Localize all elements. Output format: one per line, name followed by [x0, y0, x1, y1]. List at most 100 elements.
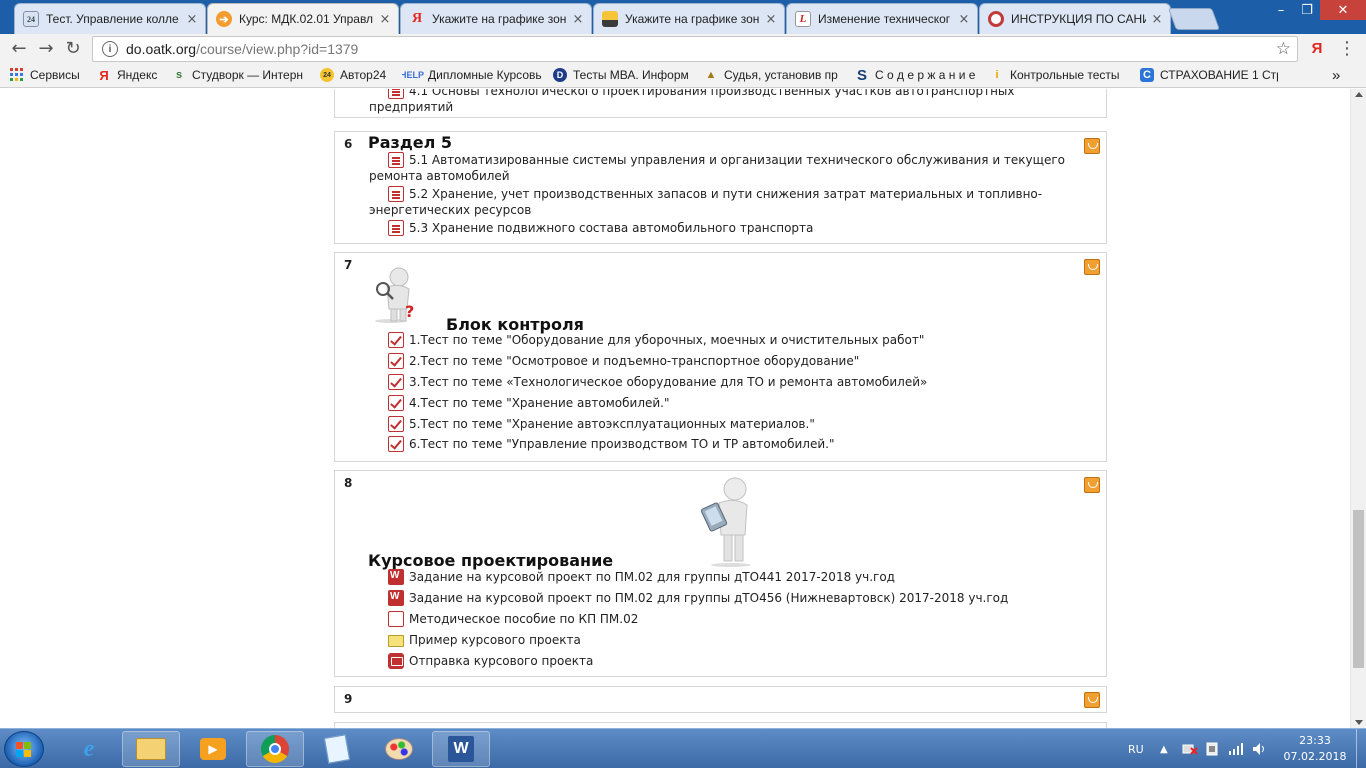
- bookmark-insurance[interactable]: C СТРАХОВАНИЕ 1 Стр: [1140, 66, 1278, 84]
- tab-strip: 24 Тест. Управление колле × ➔ Курс: МДК.…: [0, 0, 1366, 34]
- activity-link[interactable]: 3.Тест по теме «Технологическое оборудов…: [388, 374, 1088, 390]
- network-error-icon[interactable]: [1182, 729, 1198, 768]
- tab-close-icon[interactable]: ×: [1150, 12, 1164, 27]
- activity-link[interactable]: 4.Тест по теме "Хранение автомобилей.": [388, 395, 1088, 411]
- forward-button[interactable]: →: [35, 38, 57, 59]
- bookmark-services[interactable]: Сервисы: [10, 66, 90, 84]
- chrome-taskbar-button[interactable]: [246, 731, 304, 767]
- quiz-1[interactable]: 1.Тест по теме "Оборудование для уборочн…: [388, 332, 1088, 348]
- start-button[interactable]: [4, 731, 44, 767]
- quiz-icon: [388, 353, 404, 369]
- device-tray-icon[interactable]: [1206, 729, 1218, 768]
- language-indicator[interactable]: RU: [1128, 729, 1144, 768]
- section-8: 8 Курсовое проектирование Задание на кур…: [334, 470, 1107, 677]
- tab-graph-image[interactable]: Укажите на графике зон ×: [593, 3, 785, 34]
- activity-link[interactable]: Задание на курсовой проект по ПМ.02 для …: [388, 590, 1088, 606]
- bookmark-mba-tests[interactable]: D Тесты МВА. Информ: [553, 66, 695, 84]
- volume-icon[interactable]: [1252, 729, 1268, 768]
- tab-course[interactable]: ➔ Курс: МДК.02.01 Управл ×: [207, 3, 399, 34]
- bookmark-label: Яндекс: [117, 68, 158, 82]
- activity-link[interactable]: 5.1 Автоматизированные системы управлени…: [369, 152, 1099, 184]
- yandex-extension-icon[interactable]: Я: [1306, 38, 1328, 58]
- activity-link[interactable]: 5.Тест по теме "Хранение автоэксплуатаци…: [388, 416, 1088, 432]
- tab-yandex-graph[interactable]: Я Укажите на графике зон ×: [400, 3, 592, 34]
- tab-test-management[interactable]: 24 Тест. Управление колле ×: [14, 3, 206, 34]
- bookmark-contents[interactable]: S С о д е р ж а н и е: [855, 66, 985, 84]
- activity-link[interactable]: 1.Тест по теме "Оборудование для уборочн…: [388, 332, 1088, 348]
- image-icon: [602, 11, 618, 27]
- close-window-button[interactable]: ✕: [1320, 0, 1366, 20]
- clock-time: 23:33: [1299, 734, 1331, 747]
- bookmark-author24[interactable]: 24 Автор24: [320, 66, 398, 84]
- address-bar[interactable]: i do.oatk.org/course/view.php?id=1379 ☆: [92, 36, 1298, 62]
- activity-5-3[interactable]: 5.3 Хранение подвижного состава автомоби…: [388, 220, 1088, 236]
- notepad-taskbar-button[interactable]: [308, 731, 366, 767]
- minimize-button[interactable]: –: [1268, 0, 1294, 20]
- tab-close-icon[interactable]: ×: [957, 12, 971, 27]
- assignment-submit-project[interactable]: Отправка курсового проекта: [388, 653, 1088, 669]
- scroll-down-arrow-icon[interactable]: [1355, 720, 1363, 725]
- bookmark-yandex[interactable]: Я Яндекс: [97, 66, 167, 84]
- activity-link[interactable]: Задание на курсовой проект по ПМ.02 для …: [388, 569, 1088, 585]
- new-tab-button[interactable]: [1167, 8, 1221, 30]
- activity-link[interactable]: Отправка курсового проекта: [388, 653, 1088, 669]
- bookmark-star-icon[interactable]: ☆: [1276, 39, 1291, 59]
- highlight-section-icon[interactable]: [1084, 477, 1100, 493]
- back-button[interactable]: ←: [8, 38, 30, 59]
- activity-link-continued[interactable]: предприятий: [369, 100, 453, 114]
- reload-button[interactable]: ↻: [62, 38, 84, 59]
- word-taskbar-button[interactable]: W: [432, 731, 490, 767]
- folder-example-project[interactable]: Пример курсового проекта: [388, 632, 1088, 648]
- tab-close-icon[interactable]: ×: [571, 12, 585, 27]
- activity-link[interactable]: 2.Тест по теме "Осмотровое и подъемно-тр…: [388, 353, 1088, 369]
- activity-link[interactable]: 5.3 Хранение подвижного состава автомоби…: [388, 220, 1088, 236]
- tab-close-icon[interactable]: ×: [185, 12, 199, 27]
- activity-link[interactable]: Методическое пособие по КП ПМ.02: [388, 611, 1088, 627]
- tab-close-icon[interactable]: ×: [764, 12, 778, 27]
- activity-link[interactable]: 6.Тест по теме "Управление производством…: [388, 436, 1088, 452]
- c-letter-icon: C: [1140, 68, 1154, 82]
- page-scrollbar[interactable]: [1350, 89, 1366, 728]
- highlight-section-icon[interactable]: [1084, 692, 1100, 708]
- activity-5-1[interactable]: 5.1 Автоматизированные системы управлени…: [369, 152, 1099, 184]
- quiz-5[interactable]: 5.Тест по теме "Хранение автоэксплуатаци…: [388, 416, 1088, 432]
- activity-link[interactable]: Пример курсового проекта: [388, 632, 1088, 648]
- resource-task-dto441[interactable]: Задание на курсовой проект по ПМ.02 для …: [388, 569, 1088, 585]
- bookmark-studwork[interactable]: s Студворк — Интерн: [172, 66, 308, 84]
- highlight-section-icon[interactable]: [1084, 259, 1100, 275]
- explorer-taskbar-button[interactable]: [122, 731, 180, 767]
- quiz-4[interactable]: 4.Тест по теме "Хранение автомобилей.": [388, 395, 1088, 411]
- magnifier-figure-icon: ?: [369, 265, 421, 323]
- section-title: Раздел 5: [368, 133, 453, 152]
- bookmark-control-tests[interactable]: i Контрольные тесты: [990, 66, 1128, 84]
- bookmarks-bar: Сервисы Я Яндекс s Студворк — Интерн 24 …: [0, 62, 1366, 88]
- quiz-3[interactable]: 3.Тест по теме «Технологическое оборудов…: [388, 374, 1088, 390]
- media-player-taskbar-button[interactable]: ▶: [184, 731, 242, 767]
- activity-link[interactable]: 5.2 Хранение, учет производственных запа…: [369, 186, 1099, 218]
- bookmarks-overflow-button[interactable]: »: [1332, 66, 1346, 84]
- resource-task-dto456[interactable]: Задание на курсовой проект по ПМ.02 для …: [388, 590, 1088, 606]
- maximize-button[interactable]: ❐: [1294, 0, 1320, 20]
- activity-4-1[interactable]: 4.1 Основы технологического проектирован…: [369, 89, 1099, 115]
- tray-expand-icon[interactable]: ▲: [1160, 729, 1168, 768]
- bookmark-label: Студворк — Интерн: [192, 68, 303, 82]
- activity-5-2[interactable]: 5.2 Хранение, учет производственных запа…: [369, 186, 1099, 218]
- tab-technical-change[interactable]: L Изменение техническог ×: [786, 3, 978, 34]
- bookmark-diploma[interactable]: HELP Дипломные Курсовь: [402, 66, 544, 84]
- system-clock[interactable]: 23:33 07.02.2018: [1280, 733, 1350, 765]
- signal-strength-icon[interactable]: [1228, 729, 1244, 768]
- site-info-icon[interactable]: i: [102, 41, 118, 57]
- resource-method-guide[interactable]: Методическое пособие по КП ПМ.02: [388, 611, 1088, 627]
- ie-taskbar-button[interactable]: e: [60, 731, 118, 767]
- show-desktop-button[interactable]: [1356, 729, 1366, 768]
- menu-icon[interactable]: ⋮: [1336, 38, 1358, 59]
- activity-link[interactable]: 4.1 Основы технологического проектирован…: [409, 89, 1014, 98]
- tab-instruction[interactable]: ИНСТРУКЦИЯ ПО САНИ ×: [979, 3, 1171, 34]
- tab-close-icon[interactable]: ×: [378, 12, 392, 27]
- paint-taskbar-button[interactable]: [370, 731, 428, 767]
- quiz-2[interactable]: 2.Тест по теме "Осмотровое и подъемно-тр…: [388, 353, 1088, 369]
- scroll-thumb[interactable]: [1353, 510, 1364, 668]
- bookmark-judge[interactable]: ▲ Судья, установив пр: [704, 66, 844, 84]
- quiz-6[interactable]: 6.Тест по теме "Управление производством…: [388, 436, 1088, 452]
- scroll-up-arrow-icon[interactable]: [1355, 92, 1363, 97]
